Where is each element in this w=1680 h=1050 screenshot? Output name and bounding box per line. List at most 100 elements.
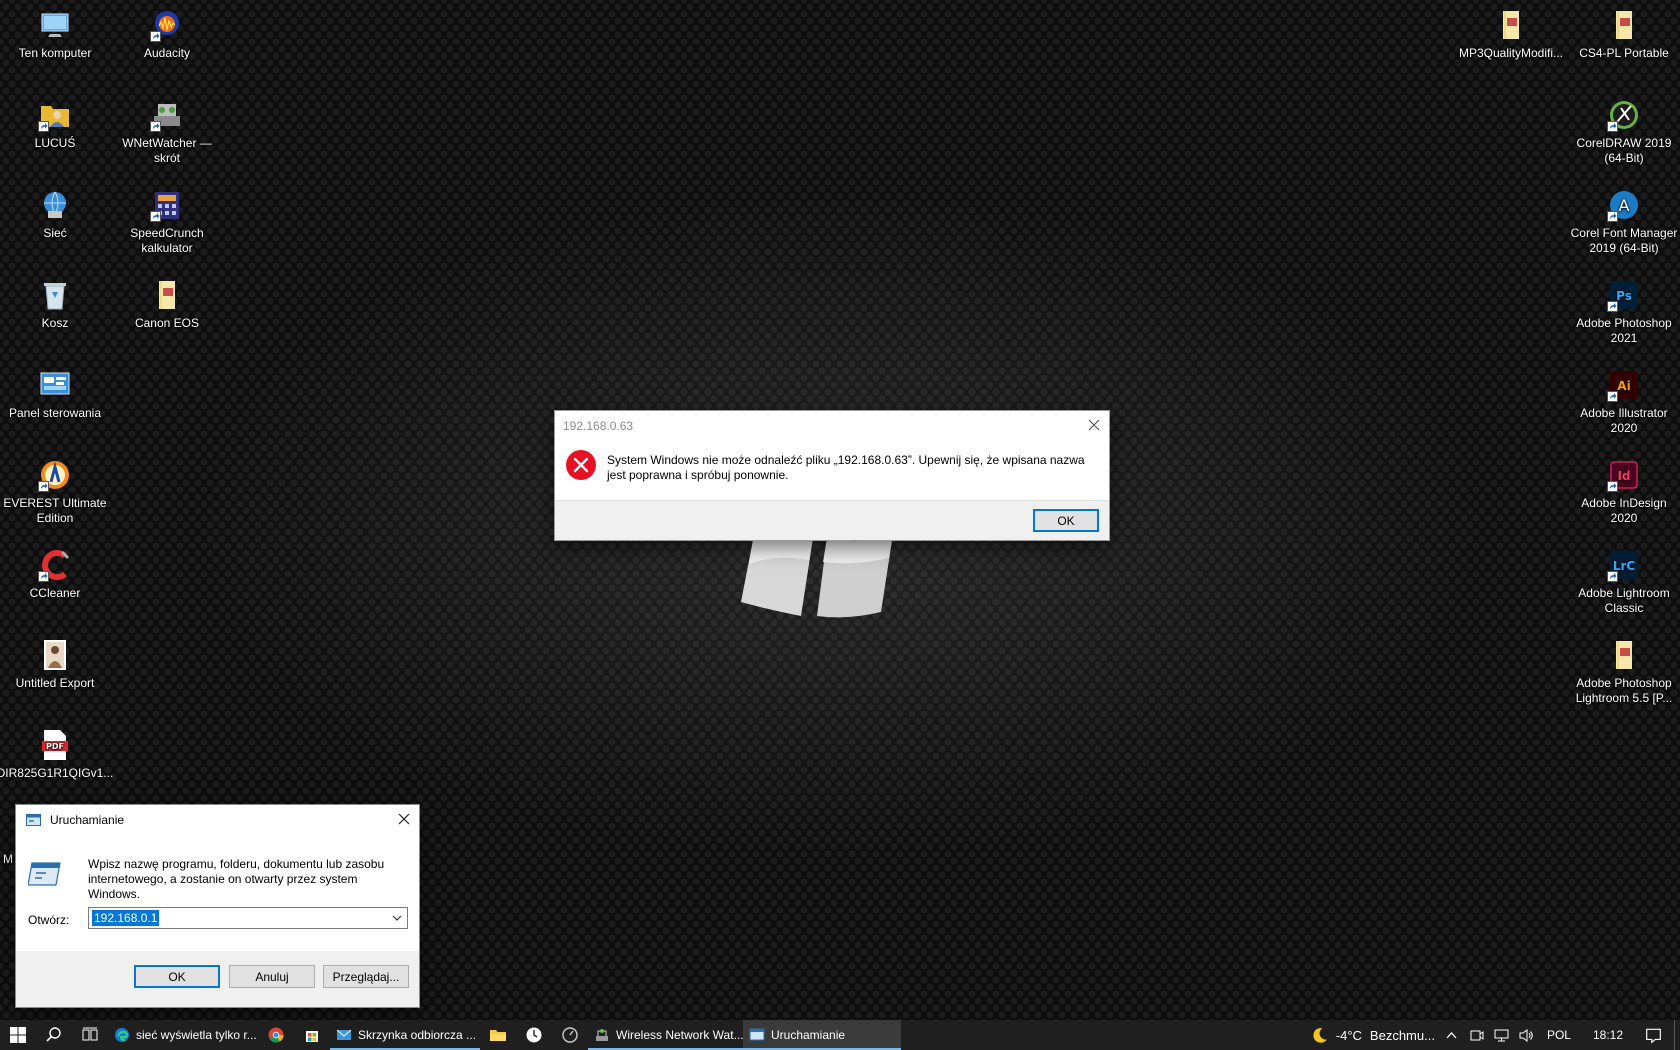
shortcut-arrow-icon [1607,121,1618,132]
desktop-icon-corel-font[interactable]: A Corel Font Manager 2019 (64-Bit) [1569,188,1679,256]
svg-text:Ai: Ai [1617,379,1630,393]
shortcut-arrow-icon [150,31,161,42]
taskbar-app-label: Skrzynka odbiorcza ... [358,1028,477,1042]
desktop-partial-label: M [3,852,13,866]
show-desktop-button[interactable] [1674,1020,1680,1050]
folder-icon [1494,8,1528,42]
taskbar-app-mail[interactable]: Skrzynka odbiorcza ... [330,1020,480,1050]
taskbar-app-label: sieć wyświetla tylko r... [136,1028,257,1042]
chrome-icon [268,1027,284,1043]
desktop-icon-indesign[interactable]: Id Adobe InDesign 2020 [1569,458,1679,526]
photoshop-icon: Ps [1607,278,1641,312]
desktop-icon-pdf[interactable]: PDF DIR825G1R1QIGv1... [0,728,113,781]
folder-user-icon [38,98,72,132]
edge-icon [115,1028,129,1042]
error-dialog-close-button[interactable] [1085,416,1103,434]
show-hidden-icons-button[interactable] [1439,1020,1464,1050]
open-label: Otwórz: [28,913,70,927]
shortcut-arrow-icon [38,571,49,582]
desktop-icon-photoshop[interactable]: Ps Adobe Photoshop 2021 [1569,278,1679,346]
desktop-icon-label: Sieć [43,226,67,240]
taskbar-chrome[interactable] [258,1020,294,1050]
run-browse-button[interactable]: Przeglądaj... [323,965,409,988]
error-dialog-footer: OK [555,500,1109,540]
desktop-icon-label: Adobe Illustrator 2020 [1580,406,1668,435]
error-icon [566,450,596,480]
input-language-button[interactable]: POL [1539,1020,1579,1050]
run-ok-button[interactable]: OK [134,965,220,988]
desktop-icon-label: EVEREST Ultimate Edition [3,496,107,525]
task-view-icon [82,1027,98,1041]
open-combobox[interactable]: 192.168.0.1 [88,907,408,929]
error-ok-button[interactable]: OK [1033,509,1099,532]
coreldraw-icon [1607,98,1641,132]
desktop-icon-network[interactable]: Sieć [0,188,110,241]
desktop-icon-folder[interactable]: Adobe Photoshop Lightroom 5.5 [P... [1569,638,1679,706]
desktop-icon-label: CorelDRAW 2019 (64-Bit) [1576,136,1672,165]
indesign-icon: Id [1607,458,1641,492]
taskbar-app-run[interactable]: Uruchamianie [743,1020,901,1050]
recycle-bin-icon [38,278,72,312]
desktop-icon-folder-user[interactable]: LUCUŚ [0,98,110,151]
error-message: System Windows nie może odnaleźć pliku „… [607,453,1085,482]
desktop-icon-label: Adobe Photoshop Lightroom 5.5 [P... [1575,676,1673,705]
desktop-icon-label: Adobe Photoshop 2021 [1576,316,1672,345]
network-button[interactable] [1489,1020,1514,1050]
taskbar-clock-app[interactable] [516,1020,552,1050]
desktop-icon-folder[interactable]: CS4-PL Portable [1569,8,1679,61]
desktop-icon-everest[interactable]: EVEREST Ultimate Edition [0,458,110,526]
clock-button[interactable]: 18:12 [1579,1020,1637,1050]
open-input-value[interactable]: 192.168.0.1 [92,910,160,926]
desktop-icon-illustrator[interactable]: Ai Adobe Illustrator 2020 [1569,368,1679,436]
desktop-icon-image-file[interactable]: Untitled Export [0,638,110,691]
weather-widget[interactable]: -4°C Bezchmu... [1306,1020,1439,1050]
desktop-icon-speedcrunch[interactable]: SpeedCrunch kalkulator [112,188,222,256]
desktop-icon-label: Canon EOS [134,316,200,330]
shortcut-arrow-icon [150,121,161,132]
desktop-icon-wnetwatcher[interactable]: WNetWatcher — skrót [112,98,222,166]
taskbar-file-explorer[interactable] [480,1020,516,1050]
desktop-icon-label: Adobe Lightroom Classic [1578,586,1670,615]
desktop-icon-label: WNetWatcher — skrót [122,136,212,165]
desktop-icon-folder[interactable]: Canon EOS [112,278,222,331]
run-dialog: Uruchamianie Wpisz nazwę programu, folde… [15,804,420,1008]
taskbar-app-label: Uruchamianie [771,1028,846,1042]
search-button[interactable] [36,1020,72,1050]
desktop-icon-label: LUCUŚ [34,136,76,150]
taskbar-app-edge[interactable]: sieć wyświetla tylko r... [108,1020,258,1050]
weather-temp: -4°C [1335,1027,1362,1043]
taskbar-time: 18:12 [1592,1028,1623,1042]
desktop-icon-folder[interactable]: MP3QualityModifi... [1456,8,1566,61]
chevron-down-icon[interactable] [391,911,403,925]
task-view-button[interactable] [72,1020,108,1050]
taskbar: sieć wyświetla tylko r... Skrzynka odbio… [0,1020,1680,1050]
mail-icon [336,1029,352,1040]
shortcut-arrow-icon [1607,481,1618,492]
wnetwatcher-icon [596,1029,608,1041]
start-button[interactable] [0,1020,36,1050]
notifications-button[interactable] [1637,1020,1674,1050]
desktop-icon-audacity[interactable]: Audacity [112,8,222,61]
run-dialog-close-button[interactable] [395,810,413,828]
run-cancel-button[interactable]: Anuluj [229,965,315,988]
error-dialog-titlebar[interactable]: 192.168.0.63 [555,411,1109,441]
desktop-icon-coreldraw[interactable]: CorelDRAW 2019 (64-Bit) [1569,98,1679,166]
meet-now-button[interactable] [1464,1020,1489,1050]
desktop-icon-lightroom[interactable]: LrC Adobe Lightroom Classic [1569,548,1679,616]
desktop-icon-ccleaner[interactable]: CCleaner [0,548,110,601]
error-dialog: 192.168.0.63 System Windows nie może odn… [554,410,1110,541]
run-dialog-titlebar[interactable]: Uruchamianie [16,805,419,835]
run-dialog-footer: OK Anuluj Przeglądaj... [16,951,419,1007]
volume-button[interactable] [1514,1020,1539,1050]
desktop-icon-label: CCleaner [29,586,81,600]
taskbar-app-wnetwatcher[interactable]: Wireless Network Wat... [588,1020,743,1050]
taskbar-speedometer-app[interactable] [552,1020,588,1050]
desktop-icon-control-panel[interactable]: Panel sterowania [0,368,110,421]
taskbar-store[interactable] [294,1020,330,1050]
desktop-icon-computer[interactable]: Ten komputer [0,8,110,61]
desktop-icon-recycle-bin[interactable]: Kosz [0,278,110,331]
image-file-icon [38,638,72,672]
svg-text:A: A [1619,196,1630,215]
desktop-icon-label: Ten komputer [18,46,92,60]
shortcut-arrow-icon [1607,301,1618,312]
